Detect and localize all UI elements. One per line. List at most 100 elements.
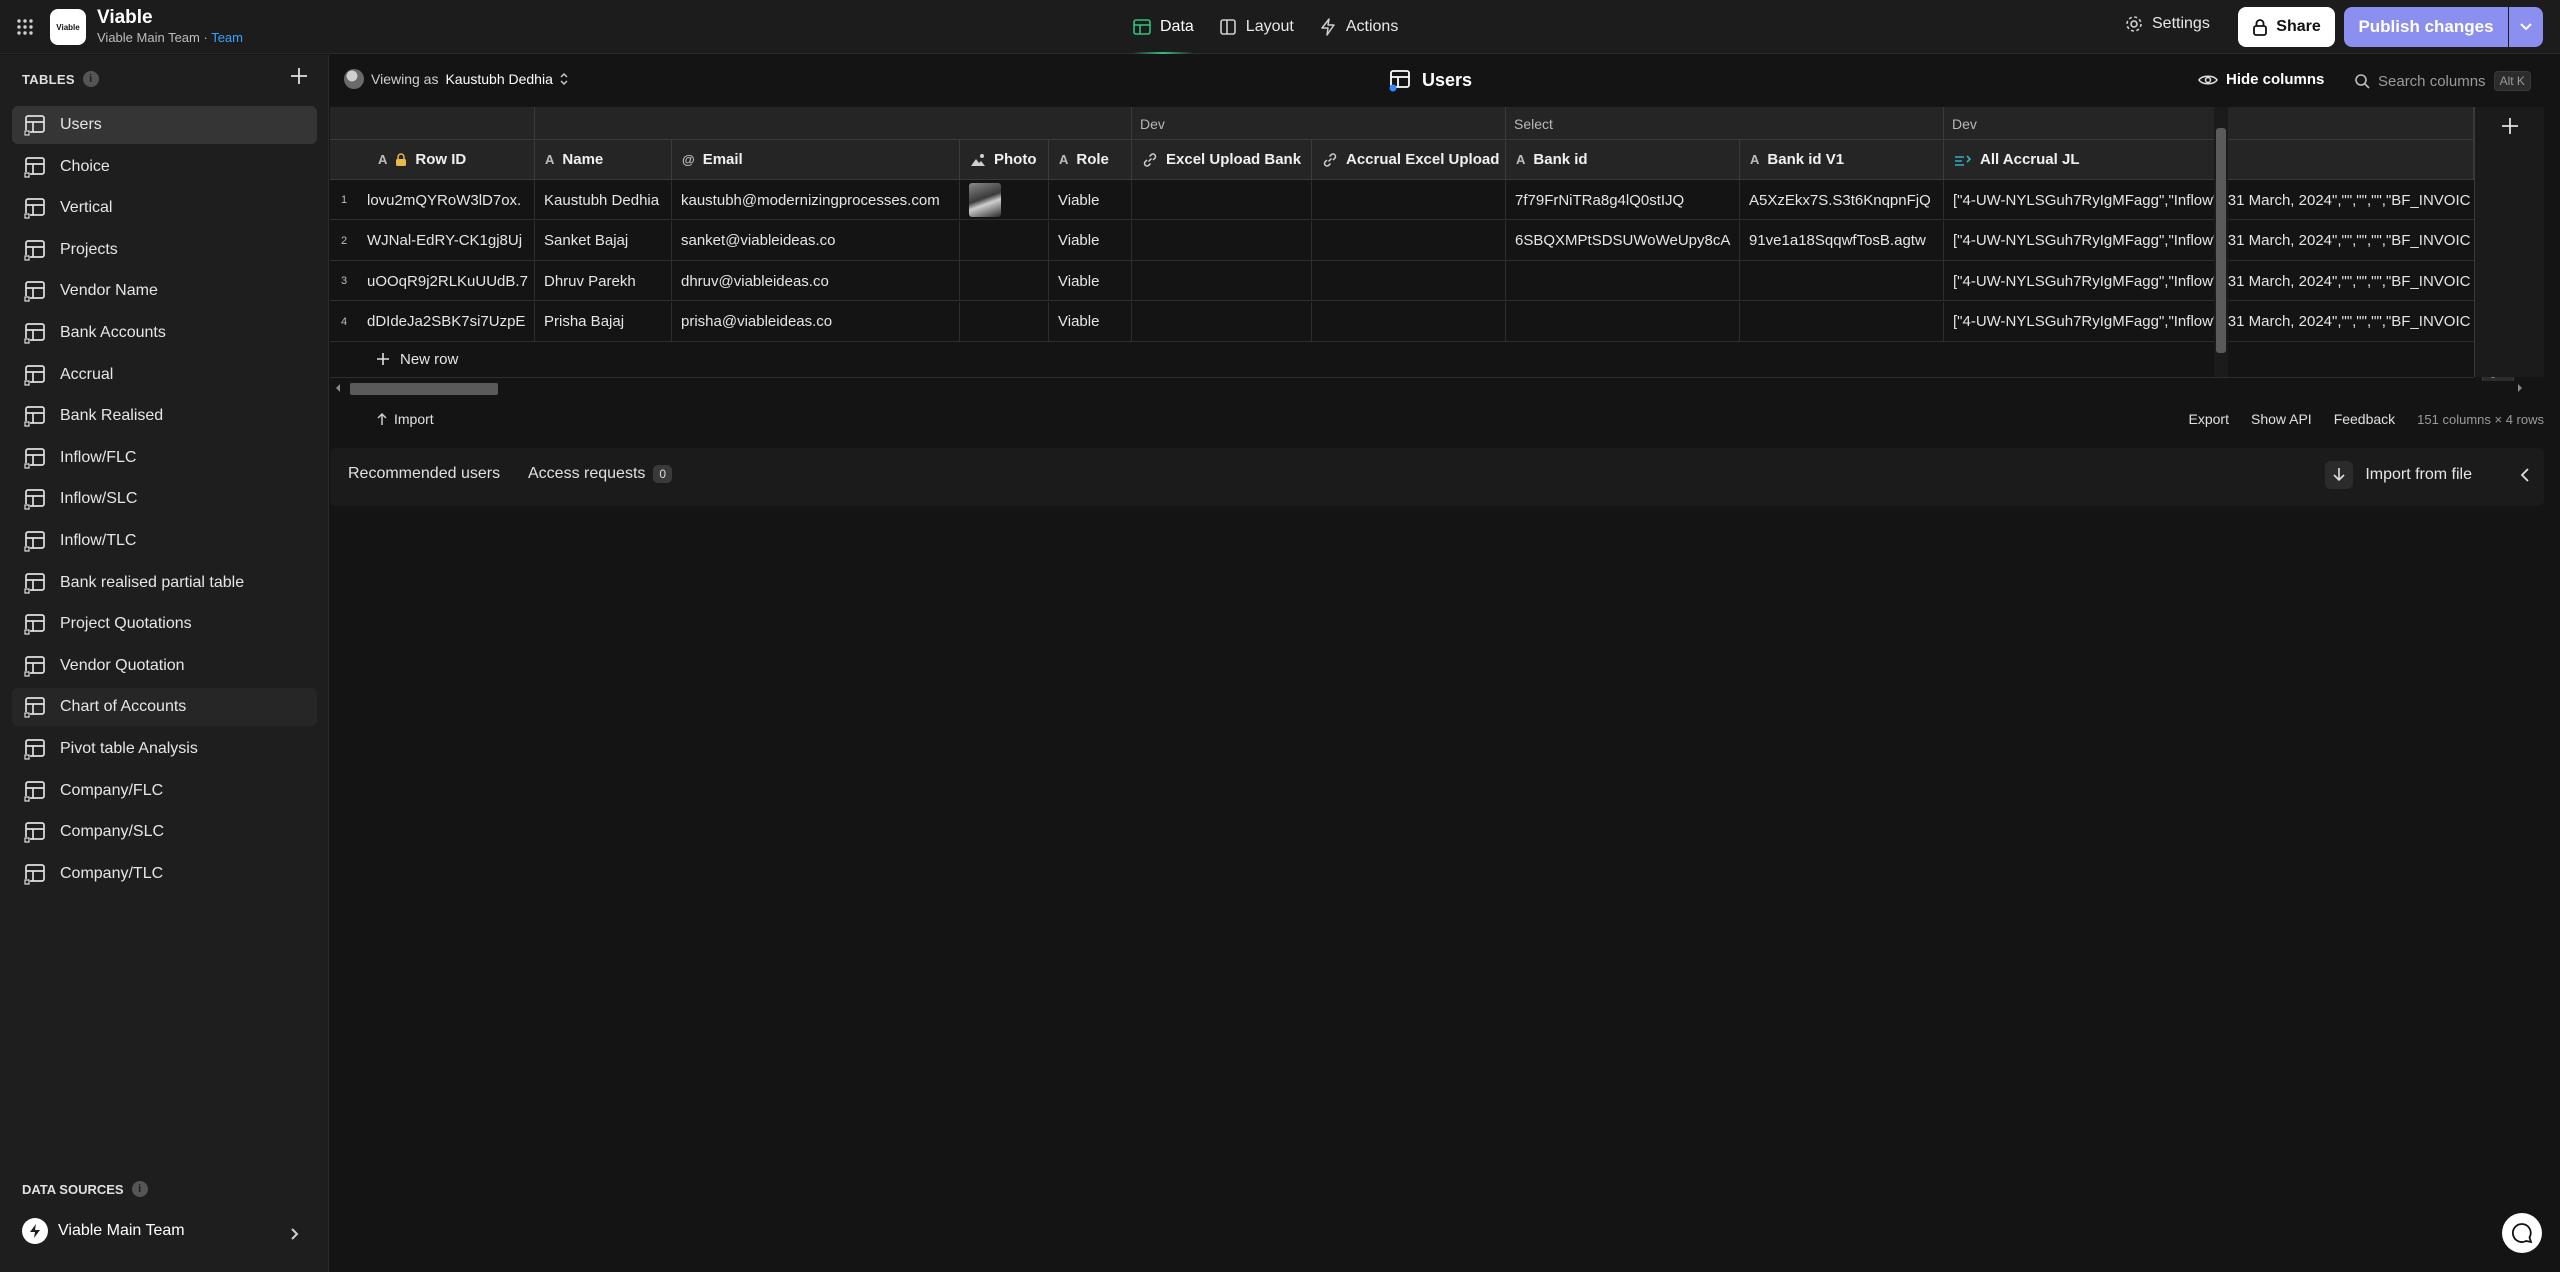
name-cell[interactable]: Prisha Bajaj [535, 301, 672, 342]
add-table-button[interactable] [288, 65, 310, 87]
info-icon[interactable]: i [131, 1181, 148, 1197]
all-accrual-jl-cell[interactable]: ["4-UW-NYLSGuh7RyIgMFagg","Inflow","31 M… [1944, 180, 2474, 220]
photo-cell[interactable] [960, 220, 1049, 261]
bank-id-cell[interactable] [1506, 261, 1740, 301]
publish-options-button[interactable] [2509, 7, 2543, 47]
table-row[interactable]: 3 uOOqR9j2RLKuUUdB.7 Dhruv Parekh dhruv@via… [330, 261, 2474, 301]
sidebar-item-vendor-name[interactable]: Vendor Name [12, 272, 317, 310]
role-cell[interactable]: Viable [1049, 301, 1132, 342]
sidebar-item-inflow-slc[interactable]: Inflow/SLC [12, 480, 317, 518]
viewing-as-selector[interactable]: Viewing as Kaustubh Dedhia [344, 69, 568, 89]
column-header-bank-id[interactable]: A Bank id [1506, 140, 1740, 180]
sidebar-item-vendor-quotation[interactable]: Vendor Quotation [12, 647, 317, 685]
bank-id-cell[interactable]: 6SBQXMPtSDSUWoWeUpy8cA [1506, 220, 1740, 261]
publish-changes-button[interactable]: Publish changes [2344, 7, 2508, 47]
info-icon[interactable]: i [82, 71, 99, 87]
feedback-button[interactable]: Feedback [2334, 411, 2395, 427]
sidebar-item-inflow-tlc[interactable]: Inflow/TLC [12, 522, 317, 560]
sidebar-item-project-quotations[interactable]: Project Quotations [12, 605, 317, 643]
sidebar-item-vertical[interactable]: Vertical [12, 189, 317, 227]
scroll-right-icon[interactable] [2516, 383, 2524, 393]
app-logo[interactable]: Viable [50, 9, 86, 45]
settings-button[interactable]: Settings [2124, 14, 2210, 34]
app-grid-icon[interactable] [14, 16, 36, 38]
bank-id-v1-cell[interactable]: 91ve1a18SqqwfTosB.agtw [1740, 220, 1944, 261]
search-columns-input[interactable]: Search columns Alt K [2354, 71, 2531, 91]
column-header-bank-id-v1[interactable]: A Bank id V1 [1740, 140, 1944, 180]
sidebar-item-chart-of-accounts[interactable]: Chart of Accounts [12, 688, 317, 727]
bank-id-v1-cell[interactable]: A5XzEkx7S.S3t6KnqpnFjQ [1740, 180, 1944, 220]
tab-actions[interactable]: Actions [1306, 0, 1410, 54]
new-row-button[interactable]: New row Ctrl ⇧↵ [330, 342, 2515, 384]
role-cell[interactable]: Viable [1049, 180, 1132, 220]
chevron-right-icon[interactable] [290, 1227, 300, 1241]
share-button[interactable]: Share [2238, 7, 2335, 47]
collapse-panel-button[interactable] [2520, 467, 2530, 483]
column-header-accrual-excel-upload[interactable]: Accrual Excel Upload [1312, 140, 1506, 180]
name-cell[interactable]: Dhruv Parekh [535, 261, 672, 301]
sidebar-item-projects[interactable]: Projects [12, 231, 317, 269]
table-row[interactable]: 4 dDIdeJa2SBK7si7UzpE Prisha Bajaj prisha@… [330, 301, 2474, 342]
column-header-role[interactable]: A Role [1049, 140, 1132, 180]
row-id-cell[interactable]: uOOqR9j2RLKuUUdB.7 [358, 261, 535, 301]
horizontal-scrollbar[interactable] [330, 381, 2528, 395]
sidebar-item-accrual[interactable]: Accrual [12, 356, 317, 394]
excel-upload-bank-cell[interactable] [1132, 261, 1312, 301]
bank-id-v1-cell[interactable] [1740, 301, 1944, 342]
table-row[interactable]: 2 WJNal-EdRY-CK1gj8Uj Sanket Bajaj sanket@v… [330, 220, 2474, 261]
show-api-button[interactable]: Show API [2251, 411, 2312, 427]
sidebar-item-bank-accounts[interactable]: Bank Accounts [12, 314, 317, 352]
name-cell[interactable]: Sanket Bajaj [535, 220, 672, 261]
photo-cell[interactable] [960, 180, 1049, 220]
row-id-cell[interactable]: dDIdeJa2SBK7si7UzpE [358, 301, 535, 342]
accrual-excel-upload-cell[interactable] [1312, 261, 1506, 301]
excel-upload-bank-cell[interactable] [1132, 220, 1312, 261]
add-column-button[interactable] [2499, 115, 2521, 137]
data-source-item[interactable]: Viable Main Team [22, 1218, 312, 1244]
sidebar-item-choice[interactable]: Choice [12, 148, 317, 186]
column-header-row-id[interactable]: A Row ID [330, 140, 535, 180]
tab-access-requests[interactable]: Access requests 0 [528, 465, 673, 483]
scroll-left-icon[interactable] [334, 383, 342, 393]
sidebar-item-pivot-table-analysis[interactable]: Pivot table Analysis [12, 730, 317, 768]
accrual-excel-upload-cell[interactable] [1312, 301, 1506, 342]
column-header-email[interactable]: @ Email [672, 140, 960, 180]
sidebar-item-inflow-flc[interactable]: Inflow/FLC [12, 439, 317, 477]
role-cell[interactable]: Viable [1049, 261, 1132, 301]
bank-id-cell[interactable]: 7f79FrNiTRa8g4lQ0stIJQ [1506, 180, 1740, 220]
import-button[interactable]: Import [376, 411, 434, 427]
column-header-excel-upload-bank[interactable]: Excel Upload Bank [1132, 140, 1312, 180]
table-row[interactable]: 1 lovu2mQYRoW3lD7ox. Kaustubh Dedhia kaustu… [330, 180, 2474, 220]
name-cell[interactable]: Kaustubh Dedhia [535, 180, 672, 220]
hide-columns-button[interactable]: Hide columns [2198, 71, 2324, 88]
horizontal-scroll-thumb[interactable] [350, 383, 498, 395]
vertical-scroll-thumb[interactable] [2216, 128, 2226, 353]
column-header-photo[interactable]: Photo [960, 140, 1049, 180]
export-button[interactable]: Export [2189, 411, 2229, 427]
email-cell[interactable]: sanket@viableideas.co [672, 220, 960, 261]
sidebar-item-company-slc[interactable]: Company/SLC [12, 813, 317, 851]
all-accrual-jl-cell[interactable]: ["4-UW-NYLSGuh7RyIgMFagg","Inflow","31 M… [1944, 261, 2474, 301]
accrual-excel-upload-cell[interactable] [1312, 220, 1506, 261]
tab-data[interactable]: Data [1120, 0, 1206, 54]
sidebar-item-bank-realised[interactable]: Bank Realised [12, 397, 317, 435]
excel-upload-bank-cell[interactable] [1132, 301, 1312, 342]
email-cell[interactable]: dhruv@viableideas.co [672, 261, 960, 301]
excel-upload-bank-cell[interactable] [1132, 180, 1312, 220]
photo-cell[interactable] [960, 261, 1049, 301]
sidebar-item-users[interactable]: Users [12, 106, 317, 144]
all-accrual-jl-cell[interactable]: ["4-UW-NYLSGuh7RyIgMFagg","Inflow","31 M… [1944, 302, 2474, 342]
email-cell[interactable]: kaustubh@modernizingprocesses.com [672, 180, 960, 220]
column-header-name[interactable]: A Name [535, 140, 672, 180]
sidebar-item-bank-realised-partial-table[interactable]: Bank realised partial table [12, 564, 317, 602]
tab-recommended-users[interactable]: Recommended users [348, 465, 500, 483]
email-cell[interactable]: prisha@viableideas.co [672, 301, 960, 342]
tab-layout[interactable]: Layout [1206, 0, 1306, 54]
bank-id-cell[interactable] [1506, 301, 1740, 342]
column-header-all-accrual-jl[interactable]: All Accrual JL [1944, 140, 2474, 180]
row-id-cell[interactable]: WJNal-EdRY-CK1gj8Uj [358, 220, 535, 261]
sidebar-item-company-flc[interactable]: Company/FLC [12, 772, 317, 810]
support-chat-button[interactable] [2502, 1213, 2542, 1253]
all-accrual-jl-cell[interactable]: ["4-UW-NYLSGuh7RyIgMFagg","Inflow","31 M… [1944, 221, 2474, 261]
sidebar-item-company-tlc[interactable]: Company/TLC [12, 855, 317, 893]
